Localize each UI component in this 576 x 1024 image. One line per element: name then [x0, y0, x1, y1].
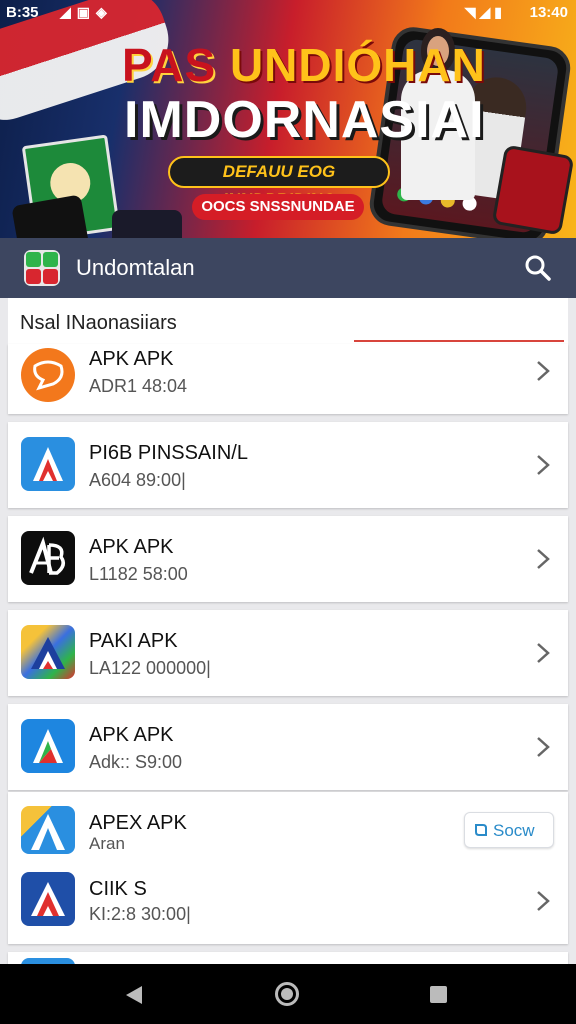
app-bar: Undomtalan: [0, 238, 576, 298]
phone-graphic-left-2: [112, 210, 182, 238]
battery-icon: ▮: [494, 4, 506, 20]
app-name: APK APK: [89, 348, 174, 370]
home-icon[interactable]: [275, 982, 299, 1006]
show-button-label: Socw: [493, 821, 535, 840]
app-meta: L1182 58:00: [89, 564, 188, 584]
app-meta: Aran: [89, 834, 125, 853]
app-list-item[interactable]: APK APK L1182 58:00: [8, 516, 568, 602]
status-icons-right: ◥◢▮: [465, 4, 506, 21]
blue-a-icon: [21, 437, 75, 491]
chevron-right-icon: [537, 361, 550, 381]
app-meta: A604 89:00|: [89, 470, 186, 490]
pin-icon: [475, 824, 487, 836]
app-list-item[interactable]: APK APK ADR1 48:04: [8, 344, 568, 414]
section-divider: [354, 340, 564, 342]
app-logo-icon[interactable]: [24, 250, 60, 286]
app-name: PI6B PINSSAIN/L: [89, 442, 248, 464]
wifi-icon: ◥: [464, 4, 480, 20]
chevron-right-icon: [537, 455, 550, 475]
app-name: APEX APK: [89, 812, 187, 834]
app-name: APK APK: [89, 724, 174, 746]
notification-icon: ▣: [76, 4, 97, 20]
chevron-right-icon: [537, 737, 550, 757]
navigation-icon: ◢: [60, 4, 77, 20]
status-bar: B:35 ◢▣◈ ◥◢▮ 13:40: [0, 0, 576, 26]
app-meta: Adk:: S9:00: [89, 752, 183, 772]
status-time-right: 13:40: [529, 4, 568, 21]
rainbow-a-icon: [21, 625, 75, 679]
banner-title-line2: IMDORNASIAI: [124, 91, 485, 149]
search-icon[interactable]: [522, 252, 554, 284]
section-header: Nsal INaonasiiars: [8, 298, 568, 344]
app-list-item[interactable]: PAKI APK LA122 000000|: [8, 610, 568, 696]
black-ab-icon: [21, 531, 75, 585]
chevron-right-icon: [537, 549, 550, 569]
status-time-left: B:35: [6, 4, 39, 21]
app-name: APK APK: [89, 536, 174, 558]
system-nav-bar: [0, 964, 576, 1024]
app-name: CIIK S: [89, 878, 147, 900]
status-icons-left: ◢▣◈: [60, 4, 113, 21]
orange-chat-icon: [21, 348, 75, 402]
red-blue-a-icon: [21, 872, 75, 926]
screen: PAS UNDIÓHAN IMDORNASIAI DEFAUU EOG INND…: [0, 0, 576, 1024]
back-icon[interactable]: [124, 984, 144, 1006]
section-title: Nsal INaonasiiars: [20, 312, 177, 334]
chevron-right-icon: [537, 643, 550, 663]
yellow-blue-a-icon: [21, 806, 75, 854]
show-button[interactable]: Socw: [464, 812, 554, 848]
promo-banner[interactable]: PAS UNDIÓHAN IMDORNASIAI DEFAUU EOG INND…: [0, 0, 576, 238]
banner-title-line1: PAS UNDIÓHAN: [122, 39, 486, 91]
banner-pill[interactable]: OOCS SNSSNUNDAE: [192, 194, 364, 220]
app-list-item[interactable]: PI6B PINSSAIN/L A604 89:00|: [8, 422, 568, 508]
chevron-right-icon: [537, 891, 550, 911]
recent-apps-icon[interactable]: [430, 986, 447, 1003]
app-name: PAKI APK: [89, 630, 178, 652]
app-meta: KI:2:8 30:00|: [89, 904, 191, 924]
banner-subtitle: DEFAUU EOG INNDPBIDING: [168, 156, 390, 209]
signal-icon: ◢: [479, 4, 495, 20]
app-title: Undomtalan: [76, 255, 195, 280]
phone-graphic-small: [491, 144, 575, 236]
app-list-item[interactable]: APK APK Adk:: S9:00: [8, 704, 568, 790]
phone-graphic-left: [11, 194, 91, 238]
image-icon: ◈: [96, 4, 113, 20]
blue-green-a-icon: [21, 719, 75, 773]
app-meta: ADR1 48:04: [89, 376, 188, 396]
app-meta: LA122 000000|: [89, 658, 211, 678]
